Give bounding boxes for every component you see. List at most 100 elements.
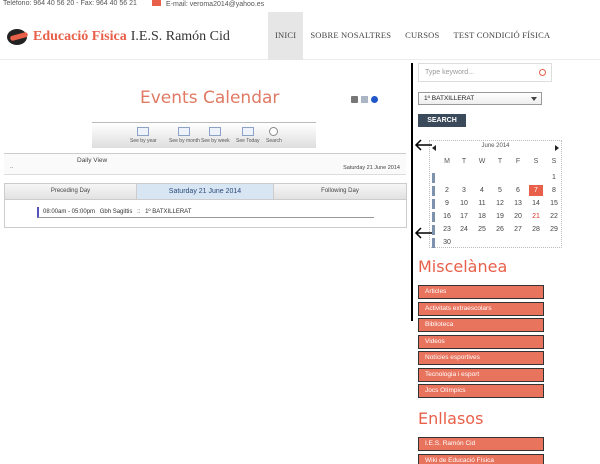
keyword-placeholder: Type keyword... [425,69,475,76]
category-select-value: 1º BATXILLERAT [424,95,475,102]
external-link[interactable]: I.E.S. Ramón Cid [418,437,544,451]
calendar-day[interactable]: 11 [475,198,489,209]
see-by-week-button[interactable]: See by week [201,127,230,144]
calendar-day[interactable]: 23 [440,224,454,235]
magnifier-icon [269,127,279,136]
calendar-day[interactable]: 8 [547,185,561,196]
calendar-week-marker[interactable] [432,186,435,196]
miscellanea-link[interactable]: Notícies esportives [418,351,544,365]
calendar-day[interactable]: 16 [440,211,454,222]
calendar-day[interactable]: 28 [529,224,543,235]
calendar-day[interactable]: 18 [475,211,489,222]
day-events-area: 08:00am - 05:00pm Gbh Sagittis :: 1º BAT… [4,200,407,228]
miscellanea-link[interactable]: Activitats extraescolars [418,301,544,316]
calendar-day[interactable]: 29 [547,224,561,235]
calendar-day-name: F [515,158,521,165]
miscellanea-heading: Miscelànea [418,257,508,276]
calendar-day[interactable]: 5 [493,185,507,196]
miscellanea-link[interactable]: Articles [418,285,544,299]
calendar-day-name: S [551,158,557,165]
calendar-day-name: S [533,158,539,165]
nav-cursos[interactable]: CURSOS [398,12,446,60]
calendar-day[interactable]: 25 [475,224,489,235]
ball-logo-icon [7,28,29,46]
calendar-month-icon [178,127,191,136]
next-month-icon[interactable] [555,145,559,151]
calendar-day-name: T [461,158,467,165]
daily-view-bar: Daily View .. Saturday 21 June 2014 [4,153,406,175]
print-icon[interactable] [351,96,358,103]
mini-calendar: June 2014 M T W T F S S 1 2 3 4 5 6 7 8 9 10 11 12 13 14 15 16… [429,140,562,248]
current-day-label: Saturday 21 June 2014 [137,184,274,199]
nav-test-condicio-fisica[interactable]: TEST CONDICIÓ FÍSICA [446,12,557,60]
envelope-icon [152,0,161,6]
calendar-week-icon [209,127,222,136]
event-name: Gbh Sagittis [99,209,133,215]
event-item[interactable]: 08:00am - 05:00pm Gbh Sagittis :: 1º BAT… [37,207,374,218]
calendar-year-icon [137,127,150,136]
info-icon[interactable] [371,96,378,103]
calendar-day[interactable]: 7 [529,185,543,196]
nav-inici[interactable]: INICI [268,12,304,60]
calendar-day-name: W [478,158,486,165]
see-by-year-button[interactable]: See by year [130,127,157,144]
miscellanea-link[interactable]: Jocs Olímpics [418,384,544,398]
calendar-day[interactable]: 22 [547,211,561,222]
site-logo[interactable]: Educació Física I.E.S. Ramón Cid [7,27,230,47]
calendar-day[interactable]: 26 [493,224,507,235]
keyword-search-input[interactable]: Type keyword... [418,63,552,82]
calendar-day[interactable]: 20 [511,211,525,222]
annotation-arrow-icon [414,139,432,151]
calendar-month-label: June 2014 [481,143,510,149]
category-select[interactable]: 1º BATXILLERAT [418,92,542,105]
logo-title-rest: I.E.S. Ramón Cid [130,29,230,44]
calendar-day[interactable]: 12 [493,198,507,209]
links-heading: Enllasos [418,409,484,428]
event-separator: :: [137,209,141,215]
calendar-day[interactable]: 6 [511,185,525,196]
search-events-button[interactable]: Search [266,127,282,144]
following-day-link[interactable]: Following Day [274,184,406,199]
day-navigation: Preceding Day Saturday 21 June 2014 Foll… [4,183,407,200]
calendar-day[interactable]: 27 [511,224,525,235]
email-contact[interactable]: E-mail: veroma2014@yahoo.es [152,0,264,8]
calendar-day-name: M [444,158,450,165]
calendar-day[interactable]: 4 [475,185,489,196]
calendar-day[interactable]: 24 [457,224,471,235]
miscellanea-link[interactable]: Biblioteca [418,318,544,332]
calendar-day[interactable]: 17 [457,211,471,222]
calendar-day[interactable]: 2 [440,185,454,196]
see-today-button[interactable]: See Today [236,127,260,144]
calendar-day[interactable]: 1 [547,172,561,183]
calendar-day[interactable]: 13 [511,198,525,209]
search-icon[interactable] [539,69,546,76]
calendar-day[interactable]: 3 [457,185,471,196]
main-nav: INICI SOBRE NOSALTRES CURSOS TEST CONDIC… [268,12,557,60]
email-icon[interactable] [361,96,368,103]
preceding-day-link[interactable]: Preceding Day [5,184,137,199]
page-actions [351,96,378,103]
miscellanea-link[interactable]: Videos [418,334,544,349]
chevron-down-icon [531,97,537,101]
nav-sobre-nosaltres[interactable]: SOBRE NOSALTRES [303,12,398,60]
search-button[interactable]: SEARCH [418,114,466,127]
event-time: 08:00am - 05:00pm [43,209,96,215]
calendar-day[interactable]: 14 [529,198,543,209]
calendar-view-toolbar: See by year See by month See by week See… [92,122,316,148]
calendar-day[interactable]: 19 [493,211,507,222]
calendar-day[interactable]: 10 [457,198,471,209]
current-date-text: Saturday 21 June 2014 [343,165,400,171]
site-header: Educació Física I.E.S. Ramón Cid INICI S… [0,12,600,60]
calendar-week-marker[interactable] [432,199,435,209]
external-link[interactable]: Wiki de Educació Física [418,453,544,464]
miscellanea-link[interactable]: Tecnologia i esport [418,367,544,382]
calendar-week-marker[interactable] [432,173,435,183]
calendar-day[interactable]: 30 [440,237,454,248]
calendar-day[interactable]: 21 [529,211,543,222]
calendar-week-marker[interactable] [432,212,435,222]
top-contact-bar: Telèfono: 964 40 56 20 - Fax: 964 40 56 … [0,0,600,10]
calendar-day[interactable]: 9 [440,198,454,209]
calendar-day[interactable]: 15 [547,198,561,209]
events-calendar-title: Events Calendar [140,88,280,108]
see-by-month-button[interactable]: See by month [169,127,200,144]
